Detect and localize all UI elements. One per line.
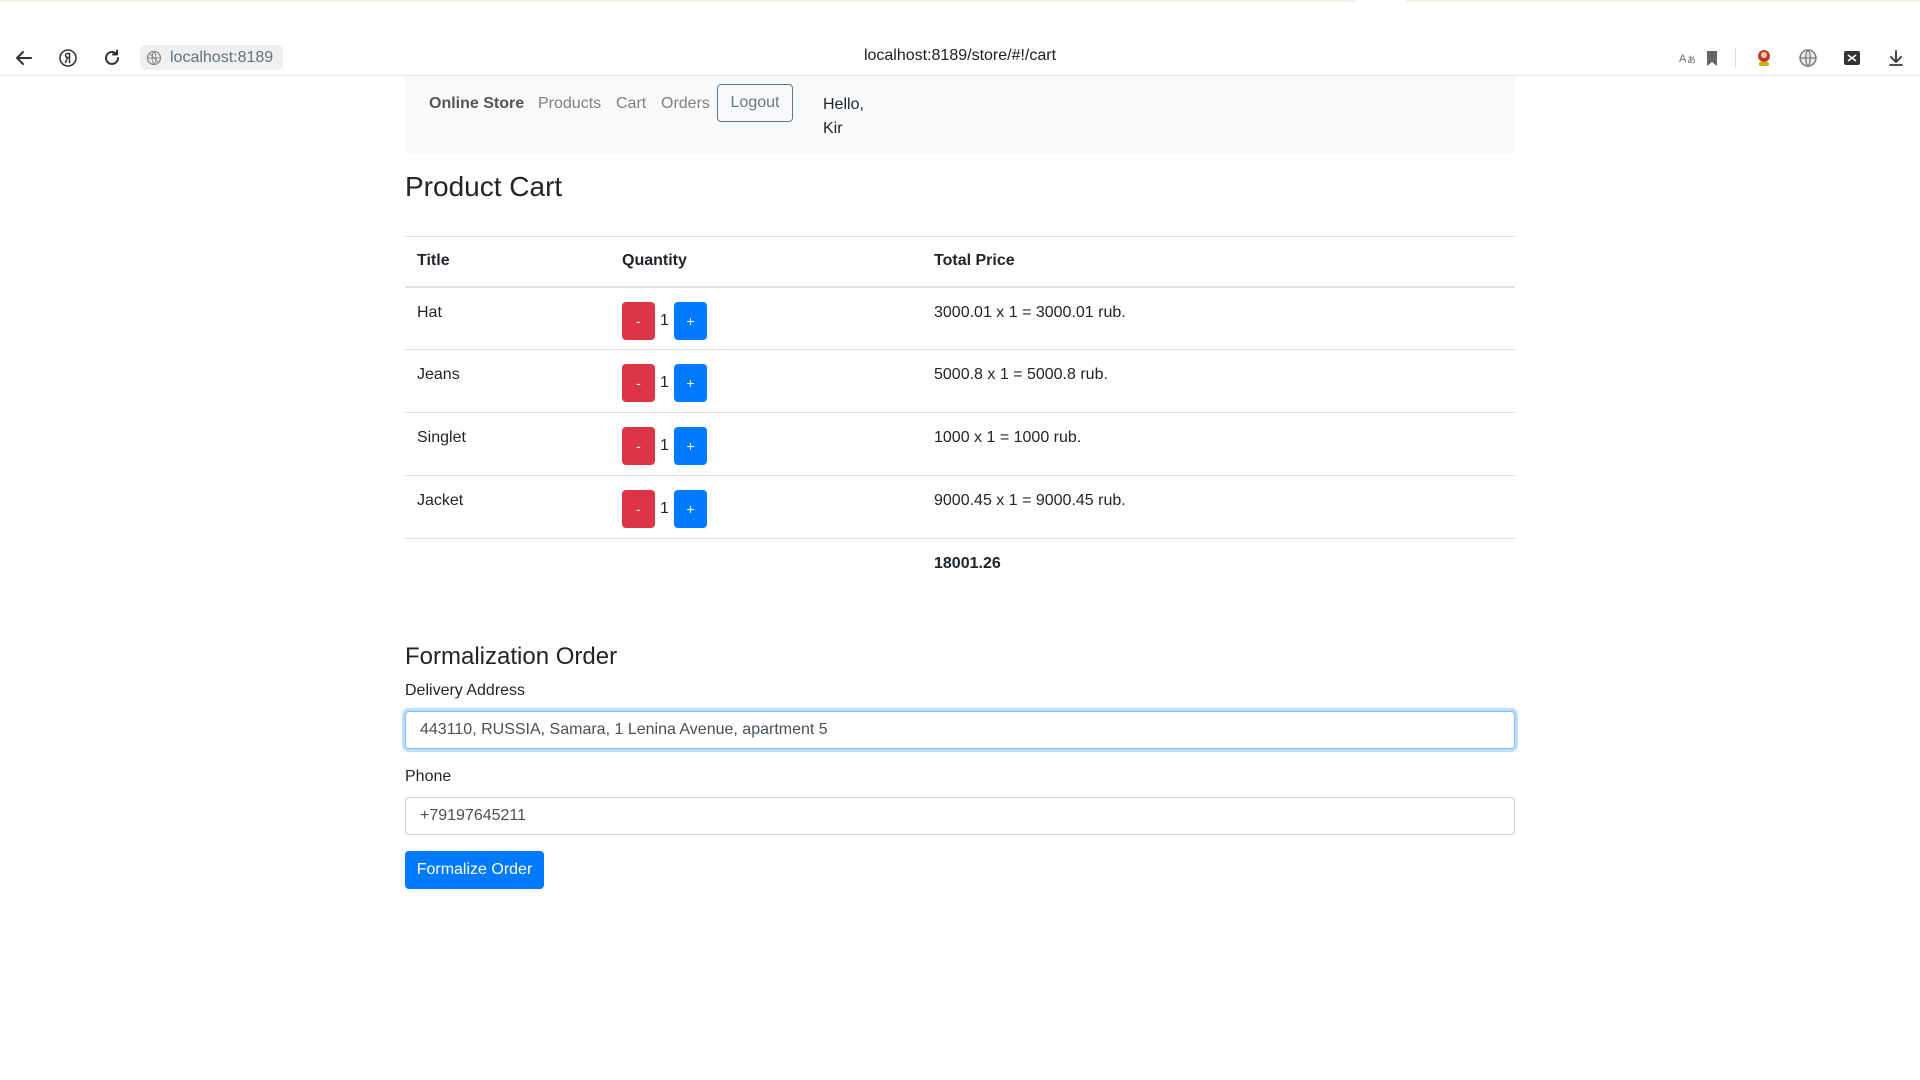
decrease-quantity-button[interactable]: - [622,490,655,528]
column-header-total-price: Total Price [922,236,1515,288]
decrease-quantity-button[interactable]: - [622,364,655,402]
delivery-address-input[interactable] [405,711,1515,749]
table-row: Jacket - 1 + 9000.45 x 1 = 9000.45 rub. [405,475,1515,539]
formalize-order-button[interactable]: Formalize Order [405,851,544,889]
quantity-value: 1 [660,311,669,329]
quantity-value: 1 [660,374,669,391]
increase-quantity-button[interactable]: + [674,427,707,465]
extension-icon[interactable] [1840,46,1864,70]
order-form-title: Formalization Order [405,643,618,670]
column-header-quantity: Quantity [610,236,922,288]
quantity-stepper: - 1 + [622,301,910,340]
svg-text:A: A [1679,53,1687,65]
quantity-cell: - 1 + [610,475,922,539]
delivery-address-label: Delivery Address [405,682,526,699]
quantity-cell: - 1 + [610,349,922,413]
nav-link-orders[interactable]: Orders [661,95,710,113]
row-total-price: 1000 x 1 = 1000 rub. [922,412,1515,476]
globe-icon[interactable] [1796,46,1820,70]
nav-link-products[interactable]: Products [538,95,601,113]
logout-button[interactable]: Logout [717,84,793,122]
increase-quantity-button[interactable]: + [674,301,707,340]
profile-avatar-icon[interactable] [1752,46,1776,70]
navbar-brand[interactable]: Online Store [429,95,524,113]
greeting-line-1: Hello, [823,96,864,113]
decrease-quantity-button[interactable]: - [622,301,655,340]
quantity-value: 1 [660,500,669,517]
row-total-price: 9000.45 x 1 = 9000.45 rub. [922,475,1515,539]
bookmark-icon[interactable] [1700,46,1724,70]
product-title: Hat [405,286,610,350]
download-icon[interactable] [1884,46,1908,70]
quantity-value: 1 [660,437,669,454]
table-row: Hat - 1 + 3000.01 x 1 = 3000.01 rub. [405,286,1515,350]
quantity-cell: - 1 + [610,286,922,350]
product-title: Jeans [405,349,610,413]
increase-quantity-button[interactable]: + [674,364,707,402]
table-header-row: Title Quantity Total Price [405,236,1515,288]
quantity-stepper: - 1 + [622,364,910,402]
translate-icon[interactable]: Aあ [1676,46,1700,70]
empty-cell [610,538,922,594]
navbar: Online Store Products Cart Orders Logout… [405,77,1515,154]
cart-table: Title Quantity Total Price Hat - 1 + 300… [405,236,1515,594]
table-row: Singlet - 1 + 1000 x 1 = 1000 rub. [405,412,1515,476]
product-title: Singlet [405,412,610,476]
toolbar-separator [1735,48,1736,68]
grand-total-row: 18001.26 [405,538,1515,594]
increase-quantity-button[interactable]: + [674,490,707,528]
page-container: Online Store Products Cart Orders Logout… [405,77,1515,889]
address-bar-url[interactable]: localhost:8189/store/#!/cart [0,47,1920,65]
column-header-title: Title [405,236,610,288]
svg-text:あ: あ [1687,55,1696,65]
user-greeting: Hello, Kir [823,93,864,141]
product-title: Jacket [405,475,610,539]
quantity-stepper: - 1 + [622,490,910,528]
greeting-user-name: Kir [823,120,843,137]
phone-input[interactable] [405,797,1515,835]
quantity-cell: - 1 + [610,412,922,476]
empty-cell [405,538,610,594]
phone-label: Phone [405,768,452,785]
decrease-quantity-button[interactable]: - [622,427,655,465]
nav-link-cart[interactable]: Cart [616,95,646,113]
browser-toolbar: localhost:8189 localhost:8189/store/#!/c… [0,2,1920,76]
row-total-price: 5000.8 x 1 = 5000.8 rub. [922,349,1515,413]
table-row: Jeans - 1 + 5000.8 x 1 = 5000.8 rub. [405,349,1515,413]
grand-total: 18001.26 [922,538,1515,594]
page-title: Product Cart [405,171,563,202]
row-total-price: 3000.01 x 1 = 3000.01 rub. [922,286,1515,350]
quantity-stepper: - 1 + [622,427,910,465]
